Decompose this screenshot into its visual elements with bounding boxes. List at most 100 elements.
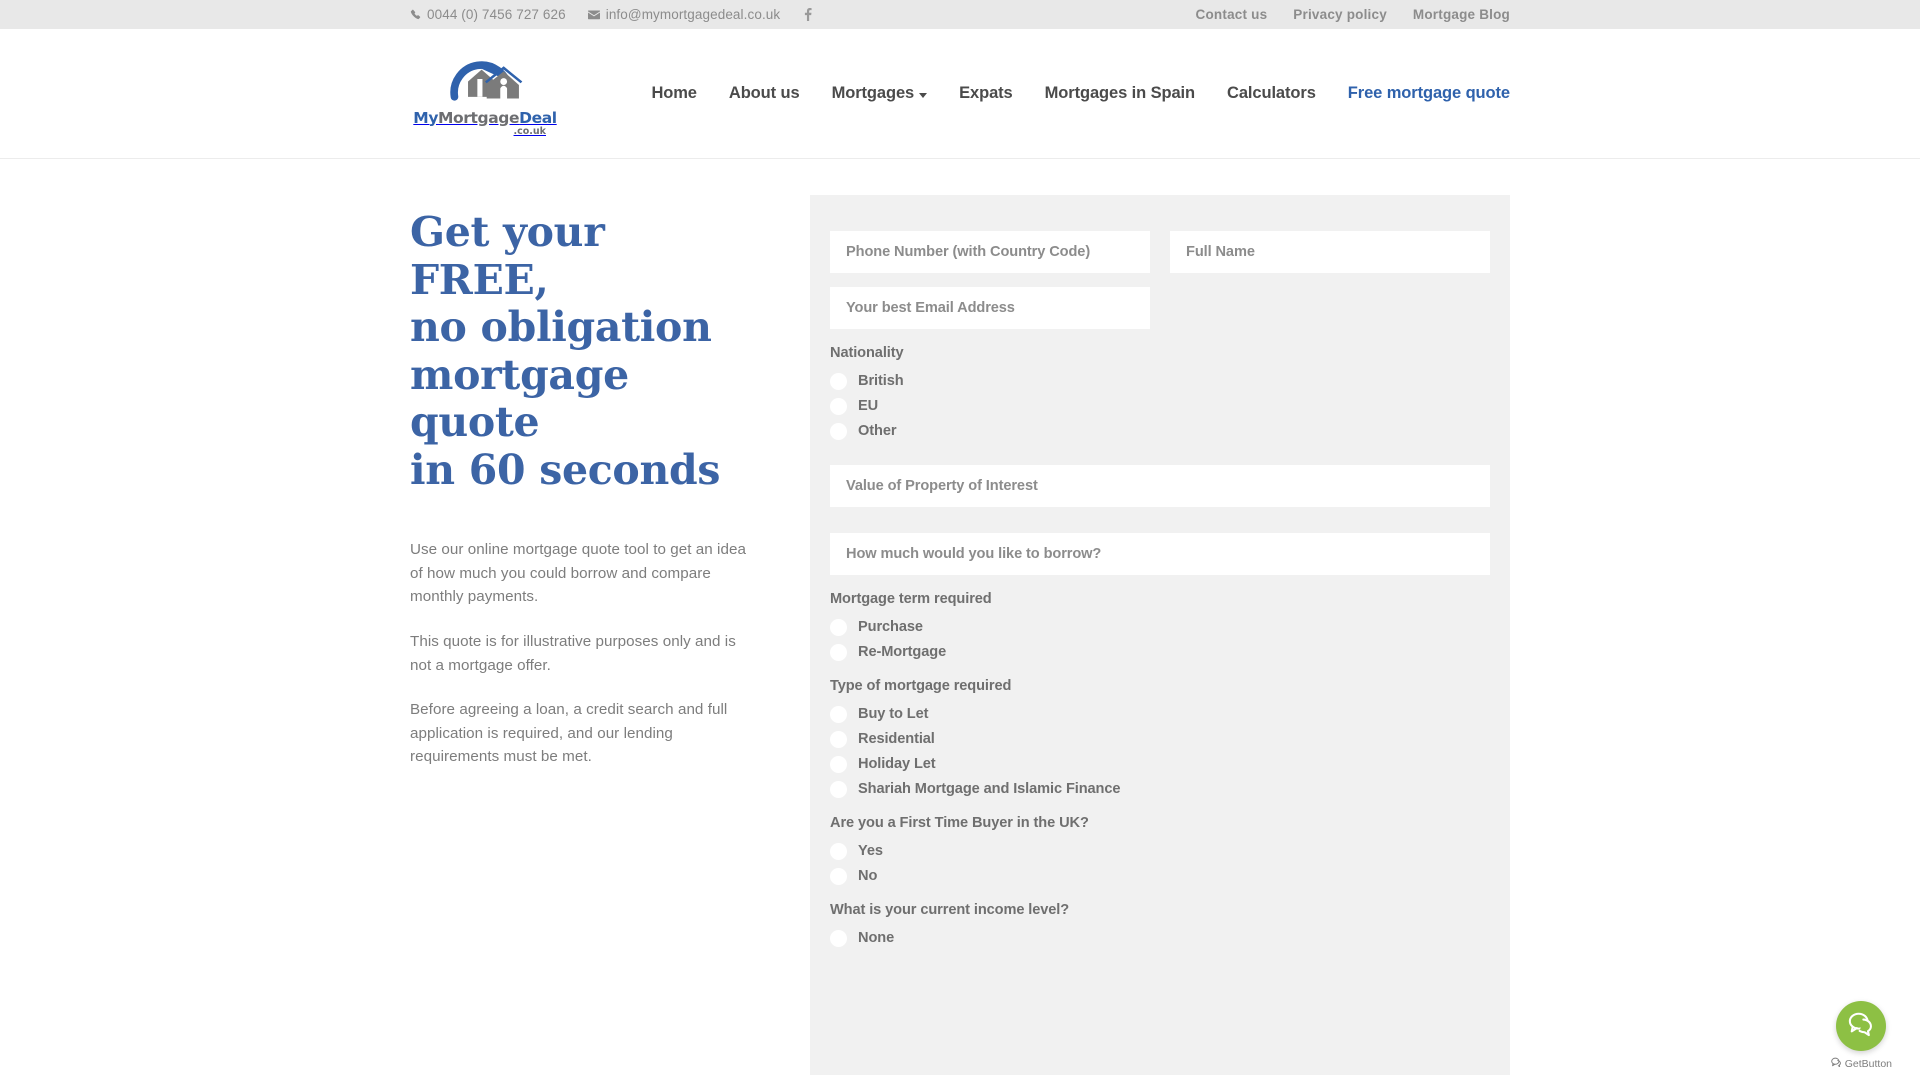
hero-paragraph-2: This quote is for illustrative purposes …: [410, 632, 736, 674]
radio-icon[interactable]: [830, 929, 847, 947]
income-level-group-label: What is your current income level?: [830, 902, 1070, 918]
radio-icon[interactable]: [830, 842, 847, 860]
radio-option-re-mortgage[interactable]: Re-Mortgage: [830, 642, 1490, 662]
radio-icon[interactable]: [830, 372, 847, 390]
top-utility-bar: 0044 (0) 7456 727 626 info@mymortgagedea…: [0, 0, 1920, 29]
nav-label-mortgages: Mortgages: [831, 84, 915, 102]
nav-label-free-mortgage-quote: Free mortgage quote: [1347, 84, 1510, 102]
nav-label-home: Home: [651, 84, 697, 102]
income-level-group: What is your current income level? None: [830, 902, 1490, 948]
quote-form-column: Phone Number (with Country Code) Full Na…: [810, 195, 1510, 1075]
topbar-phone-text: 0044 (0) 7456 727 626: [427, 7, 566, 22]
chat-credit-label: GetButton: [1844, 1057, 1892, 1070]
email-field[interactable]: Your best Email Address: [830, 287, 1150, 329]
chevron-down-icon: [919, 92, 928, 98]
logo-word-my: My: [413, 108, 439, 127]
mortgage-quote-form: Phone Number (with Country Code) Full Na…: [810, 195, 1510, 1075]
envelope-icon: [587, 10, 600, 20]
radio-option-eu[interactable]: EU: [830, 396, 1490, 416]
nationality-group: Nationality British EU Other: [830, 345, 1490, 441]
radio-icon[interactable]: [830, 705, 847, 723]
hero-title-line-4: in 60 seconds: [410, 445, 721, 494]
radio-icon[interactable]: [830, 618, 847, 636]
topbar-email-link[interactable]: info@mymortgagedeal.co.uk: [587, 7, 781, 22]
mortgage-type-group: Type of mortgage required Buy to Let Res…: [830, 678, 1490, 799]
radio-option-holiday-let[interactable]: Holiday Let: [830, 754, 1490, 774]
nav-item-expats[interactable]: Expats: [943, 84, 1029, 103]
phone-number-placeholder: Phone Number (with Country Code): [846, 244, 1091, 260]
topbar-link-contact-us[interactable]: Contact us: [1196, 7, 1268, 22]
radio-label-ftb-yes: Yes: [858, 843, 883, 859]
radio-option-buy-to-let[interactable]: Buy to Let: [830, 704, 1490, 724]
mortgage-term-group: Mortgage term required Purchase Re-Mortg…: [830, 591, 1490, 662]
radio-icon[interactable]: [830, 867, 847, 885]
house-logo-icon: [442, 51, 528, 107]
radio-option-other[interactable]: Other: [830, 421, 1490, 441]
radio-icon[interactable]: [830, 780, 847, 798]
radio-option-income-none[interactable]: None: [830, 928, 1490, 948]
radio-icon[interactable]: [830, 755, 847, 773]
radio-option-residential[interactable]: Residential: [830, 729, 1490, 749]
main-navigation: Home About us Mortgages Expats Mortgages…: [635, 84, 1510, 103]
nav-item-calculators[interactable]: Calculators: [1211, 84, 1332, 103]
page-title: Get your FREE, no obligation mortgage qu…: [410, 208, 750, 494]
nav-item-free-mortgage-quote[interactable]: Free mortgage quote: [1332, 84, 1510, 103]
radio-icon[interactable]: [830, 643, 847, 661]
radio-icon[interactable]: [830, 422, 847, 440]
radio-option-shariah-mortgage[interactable]: Shariah Mortgage and Islamic Finance: [830, 779, 1490, 799]
chat-bubbles-icon: [1847, 1011, 1875, 1042]
radio-option-ftb-no[interactable]: No: [830, 866, 1490, 886]
facebook-icon-link[interactable]: [802, 8, 814, 21]
radio-label-re-mortgage: Re-Mortgage: [858, 644, 947, 660]
nav-label-mortgages-in-spain: Mortgages in Spain: [1044, 84, 1196, 102]
phone-number-field[interactable]: Phone Number (with Country Code): [830, 231, 1150, 273]
logo-tld: .co.uk: [513, 125, 546, 137]
borrow-amount-field[interactable]: How much would you like to borrow?: [830, 533, 1490, 575]
main-content: Get your FREE, no obligation mortgage qu…: [410, 159, 1510, 1075]
site-logo[interactable]: MyMortgageDeal .co.uk: [410, 51, 560, 137]
radio-label-eu: EU: [858, 398, 879, 414]
nav-label-about-us: About us: [728, 84, 800, 102]
getbutton-logo-icon: [1830, 1057, 1842, 1070]
chat-launcher-button[interactable]: [1836, 1001, 1887, 1051]
full-name-placeholder: Full Name: [1186, 244, 1255, 260]
radio-icon[interactable]: [830, 397, 847, 415]
radio-label-other: Other: [858, 423, 897, 439]
hero-title-line-2: no obligation: [410, 303, 712, 352]
full-name-field[interactable]: Full Name: [1170, 231, 1490, 273]
nav-label-expats: Expats: [959, 84, 1013, 102]
topbar-link-mortgage-blog[interactable]: Mortgage Blog: [1413, 7, 1510, 22]
radio-option-purchase[interactable]: Purchase: [830, 617, 1490, 637]
hero-paragraph-3: Before agreeing a loan, a credit search …: [410, 701, 728, 766]
radio-label-buy-to-let: Buy to Let: [858, 706, 929, 722]
radio-icon[interactable]: [830, 730, 847, 748]
topbar-phone-link[interactable]: 0044 (0) 7456 727 626: [410, 7, 566, 22]
form-row-contact: Phone Number (with Country Code) Full Na…: [830, 231, 1490, 273]
hero-title-line-1: Get your FREE,: [410, 208, 605, 304]
borrow-amount-placeholder: How much would you like to borrow?: [846, 546, 1102, 562]
logo-word-deal: Deal: [519, 108, 557, 127]
radio-option-british[interactable]: British: [830, 371, 1490, 391]
nav-item-home[interactable]: Home: [635, 84, 712, 103]
nav-item-about-us[interactable]: About us: [713, 84, 816, 103]
facebook-icon: [802, 8, 814, 21]
radio-label-purchase: Purchase: [858, 619, 923, 635]
radio-label-holiday-let: Holiday Let: [858, 756, 936, 772]
nav-label-calculators: Calculators: [1227, 84, 1316, 102]
radio-label-ftb-no: No: [858, 868, 878, 884]
chat-credit[interactable]: GetButton: [1830, 1057, 1892, 1070]
nav-item-mortgages-in-spain[interactable]: Mortgages in Spain: [1029, 84, 1211, 103]
topbar-email-text: info@mymortgagedeal.co.uk: [605, 7, 781, 22]
topbar-link-privacy-policy[interactable]: Privacy policy: [1293, 7, 1387, 22]
hero-column: Get your FREE, no obligation mortgage qu…: [410, 195, 810, 1075]
form-row-borrow-amount: How much would you like to borrow?: [830, 533, 1490, 575]
radio-label-british: British: [858, 373, 904, 389]
nationality-group-label: Nationality: [830, 345, 904, 361]
topbar-links: Contact us Privacy policy Mortgage Blog: [1196, 7, 1510, 22]
radio-option-ftb-yes[interactable]: Yes: [830, 841, 1490, 861]
property-value-field[interactable]: Value of Property of Interest: [830, 465, 1490, 507]
radio-label-shariah-mortgage: Shariah Mortgage and Islamic Finance: [858, 781, 1121, 797]
logo-wordmark: MyMortgageDeal: [413, 108, 557, 127]
nav-item-mortgages[interactable]: Mortgages: [816, 84, 944, 103]
chat-widget: GetButton: [1830, 1001, 1892, 1070]
